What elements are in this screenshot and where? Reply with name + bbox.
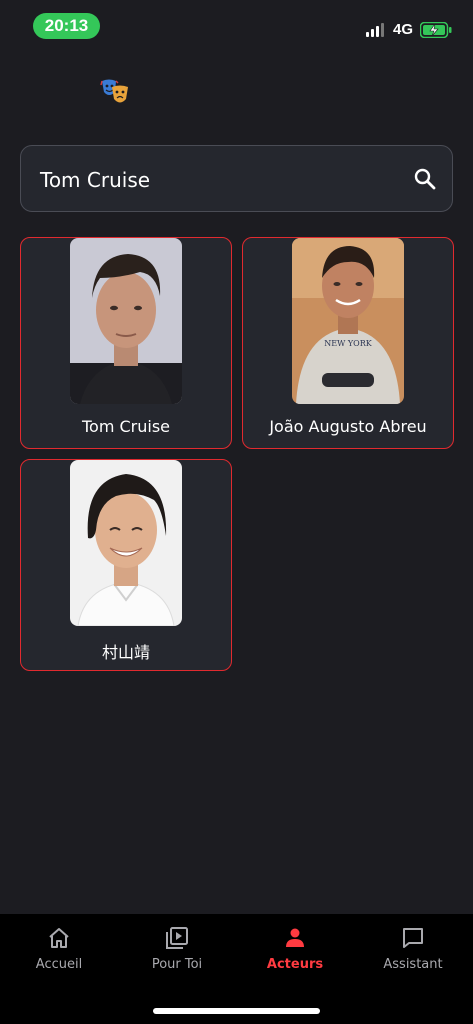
search-input-value[interactable]: Tom Cruise [40,168,150,192]
person-icon [286,928,304,947]
nav-label: Pour Toi [151,957,203,972]
actor-name: 村山靖 [101,643,150,662]
signal-icon [366,23,386,37]
actor-card[interactable]: Tom Cruise [20,237,232,449]
nav-label: Assistant [383,957,443,972]
nav-item-pour-toi[interactable]: Pour Toi [118,914,236,994]
search-input[interactable]: Tom Cruise [20,145,453,212]
nav-item-acteurs[interactable]: Acteurs [236,914,354,994]
home-icon [49,928,69,948]
screen: 20:13 4G Tom Cruise Tom Cruise NEW YORK … [0,0,473,1024]
actor-photo [70,460,182,626]
actor-photo: NEW YORK [292,238,404,404]
nav-label: Accueil [35,957,83,972]
status-time: 20:13 [33,13,100,39]
home-indicator [153,1008,320,1014]
actor-name: João Augusto Abreu [269,417,427,436]
nav-label: Acteurs [266,957,324,972]
chat-icon [403,928,423,948]
actor-name: Tom Cruise [81,417,171,436]
status-bar: 20:13 4G [0,0,473,52]
network-type: 4G [393,21,414,38]
actor-photo [70,238,182,404]
actor-card[interactable]: 村山靖 [20,459,232,671]
battery-charging-icon [420,22,452,38]
actor-card[interactable]: NEW YORK João Augusto Abreu [242,237,454,449]
nav-item-assistant[interactable]: Assistant [354,914,472,994]
svg-text:NEW YORK: NEW YORK [324,339,372,348]
video-library-icon [166,927,188,949]
nav-item-accueil[interactable]: Accueil [0,914,118,994]
theater-masks-logo-icon [100,79,128,103]
search-icon[interactable] [413,167,437,191]
